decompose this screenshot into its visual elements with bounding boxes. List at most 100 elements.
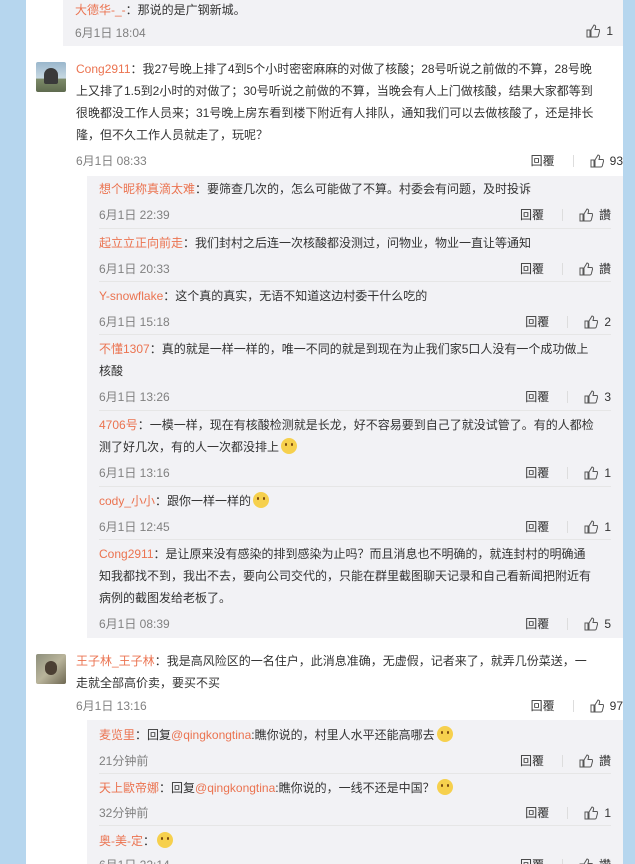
like-label: 讚 (598, 754, 611, 768)
divider (567, 617, 569, 630)
comment-meta: 6月1日 13:16 回覆 1 (99, 464, 611, 481)
thumbs-up-icon[interactable] (584, 616, 599, 631)
comment-body: ：那说的是广钢新城。 (125, 3, 246, 17)
reply-button[interactable]: 回覆 (520, 856, 544, 864)
reply-button[interactable]: 回覆 (520, 206, 544, 223)
like-label: 讚 (599, 856, 611, 864)
thumbs-up-icon[interactable] (579, 753, 593, 768)
user-name[interactable]: 大德华-_- (75, 3, 126, 17)
timestamp: 6月1日 22:39 (99, 208, 170, 222)
user-name[interactable]: 不懂1307 (99, 342, 150, 356)
thumbs-up-icon[interactable] (584, 805, 599, 820)
sub-comment-list: 麦览里：回复@qingkongtina:瞧你说的，村里人水平还能高哪去 21分钟… (87, 720, 623, 864)
divider (567, 390, 569, 403)
like-label: 讚 (598, 208, 611, 222)
thumbs-up-icon[interactable] (590, 698, 604, 713)
divider (567, 315, 569, 328)
user-name[interactable]: 4706号 (99, 418, 138, 432)
user-name[interactable]: 王子林_王子林 (76, 654, 155, 668)
thumbs-up-icon[interactable] (584, 465, 599, 480)
comment-body: 知我都找不到，我出不去，要向公司交代的，只能在群里截图聊天记录和自己看新闻把附近… (99, 569, 592, 583)
thumbs-up-icon[interactable] (590, 153, 604, 168)
reply-button[interactable]: 回覆 (520, 260, 544, 277)
timestamp: 6月1日 12:45 (99, 520, 170, 534)
comment-meta: 6月1日 18:04 1 (75, 24, 613, 40)
comment-line: 走就全部高价卖，要买不买 (76, 676, 221, 690)
user-name[interactable]: 麦览里 (99, 728, 135, 742)
thumbs-up-icon[interactable] (579, 261, 593, 276)
comment-meta: 6月1日 12:45 回覆 1 (99, 518, 611, 535)
comment-line: 上又排了1.5到2小时的对做了；30号听说之前做的不算，当晚会有人上门做核酸，结… (76, 84, 593, 98)
reply-prefix: ：回复 (159, 781, 196, 795)
like-count: 1 (604, 519, 611, 534)
comment-meta: 6月1日 15:18 回覆 2 (99, 313, 611, 330)
user-name[interactable]: 起立立正向前走 (99, 236, 183, 250)
user-name[interactable]: cody_小小 (99, 494, 155, 508)
reply-prefix: ：回复 (135, 728, 172, 742)
comment-line: 很晚都没工作人员来；31号晚上房东看到楼下附近有人排队，通知我们可以去做核酸了，… (76, 106, 594, 120)
timestamp: 6月1日 18:04 (75, 26, 146, 40)
thumbs-up-icon[interactable] (579, 857, 593, 864)
divider (99, 486, 611, 487)
thumbs-up-icon[interactable] (579, 207, 593, 222)
avatar[interactable] (36, 62, 66, 92)
reply-button[interactable]: 回覆 (525, 313, 549, 330)
like-count: 97 (609, 698, 623, 713)
avatar[interactable] (36, 654, 66, 684)
comment-body: ：跟你一样一样的 (155, 494, 252, 508)
thumbs-up-icon[interactable] (584, 314, 599, 329)
comment-body: 测了好几次，有的人一次都没排上 (99, 440, 280, 454)
comment-meta: 21分钟前 回覆 讚 (99, 752, 611, 768)
like-label: 讚 (598, 262, 611, 276)
like-count: 1 (604, 805, 611, 820)
sub-comment: 大德华-_-：那说的是广钢新城。 6月1日 18:04 1 (63, 0, 623, 46)
comment-text: 王子林_王子林：我是高风险区的一名住户，此消息准确，无虚假，记者来了，就弄几份菜… (76, 650, 620, 694)
divider (561, 754, 563, 767)
user-name[interactable]: Cong2911 (99, 547, 154, 561)
comment-body: 核酸 (99, 364, 124, 378)
divider (561, 858, 563, 864)
mention-link[interactable]: @qingkongtina (171, 728, 251, 742)
timestamp: 6月1日 13:26 (99, 390, 170, 404)
divider (572, 154, 574, 167)
user-name[interactable]: Cong2911 (76, 62, 131, 76)
comment-body: ：一模一样，现在有核酸检测就是长龙，好不容易要到自己了就没试管了。有的人都检 (137, 418, 594, 432)
divider (567, 806, 569, 819)
like-action[interactable]: 1 (586, 24, 613, 38)
reply-button[interactable]: 回覆 (525, 518, 549, 535)
like-count: 1 (604, 465, 611, 480)
reply-button[interactable]: 回覆 (531, 152, 555, 169)
comment-line: ：我27号晚上排了4到5个小时密密麻麻的对做了核酸；28号听说之前做的不算，28… (130, 62, 592, 76)
reply-button[interactable]: 回覆 (520, 752, 544, 769)
sub-comment-text: 大德华-_-：那说的是广钢新城。 (75, 0, 246, 20)
divider (99, 281, 611, 282)
timestamp: 6月1日 13:16 (99, 466, 170, 480)
reply-button[interactable]: 回覆 (525, 464, 549, 481)
reply-button[interactable]: 回覆 (525, 804, 549, 821)
glasses-emoji-icon (436, 726, 453, 742)
user-name[interactable]: 想个昵称真滴太难 (99, 182, 195, 196)
divider (561, 262, 563, 275)
comment-meta: 6月1日 13:16 回覆 97 (76, 697, 623, 714)
divider (99, 228, 611, 229)
like-count: 3 (604, 389, 611, 404)
reply-button[interactable]: 回覆 (531, 697, 555, 714)
thumbs-up-icon[interactable] (584, 389, 599, 404)
comment-body: ：真的就是一样一样的，唯一不同的就是到现在为止我们家5口人没有一个成功做上 (149, 342, 589, 356)
like-count: 5 (604, 616, 611, 631)
timestamp: 6月1日 08:33 (76, 154, 147, 168)
reply-button[interactable]: 回覆 (525, 615, 549, 632)
divider (99, 410, 611, 411)
thumbs-up-icon[interactable] (584, 519, 599, 534)
user-name[interactable]: Y-snowflake (99, 289, 163, 303)
divider (99, 825, 611, 826)
user-name[interactable]: 奥-美-定 (99, 834, 143, 848)
comment-meta: 6月1日 22:14 回覆 讚 (99, 856, 611, 864)
like-count: 93 (609, 153, 623, 168)
reply-button[interactable]: 回覆 (525, 388, 549, 405)
user-name[interactable]: 天上歐帝娜 (99, 781, 159, 795)
comment-panel: 大德华-_-：那说的是广钢新城。 6月1日 18:04 1 Cong2911：我… (26, 0, 623, 864)
mention-link[interactable]: @qingkongtina (195, 781, 275, 795)
comment-meta: 6月1日 08:39 回覆 5 (99, 615, 611, 632)
like-count: 2 (604, 314, 611, 329)
